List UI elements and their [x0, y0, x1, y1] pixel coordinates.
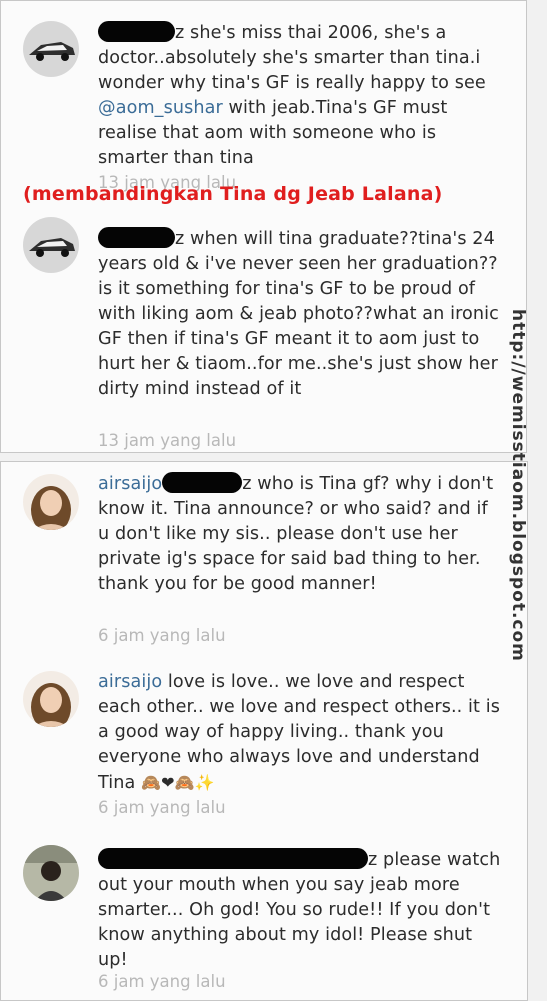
user-photo-icon	[23, 845, 79, 901]
emoji-sequence: 🙈❤🙈✨	[141, 773, 215, 792]
comments-panel-bottom: airsaijo z who is Tina gf? why i don't kn…	[0, 461, 528, 1001]
comment-text: z when will tina graduate??tina's 24 yea…	[98, 227, 499, 399]
timestamp: 6 jam yang lalu	[98, 972, 226, 991]
username[interactable]: airsaijo	[98, 474, 162, 494]
watermark-text: http://wemisstiaom.blogspot.com	[508, 309, 528, 662]
avatar[interactable]	[23, 474, 79, 530]
comment-text: z she's miss thai 2006, she's a doctor..…	[98, 21, 486, 168]
avatar[interactable]	[23, 21, 79, 77]
avatar[interactable]	[23, 217, 79, 273]
redacted-username	[98, 227, 175, 248]
watermark: http://wemisstiaom.blogspot.com	[507, 309, 537, 679]
comment-text: z please watch out your mouth when you s…	[98, 848, 501, 970]
username[interactable]: airsaijo	[98, 672, 162, 692]
mention-link[interactable]: @aom_sushar	[98, 98, 223, 118]
user-photo-icon	[23, 671, 79, 727]
timestamp: 6 jam yang lalu	[98, 626, 226, 645]
timestamp: 6 jam yang lalu	[98, 798, 226, 817]
avatar[interactable]	[23, 671, 79, 727]
redacted-mention	[162, 472, 243, 493]
comment-text: airsaijo love is love.. we love and resp…	[98, 672, 500, 793]
user-photo-icon	[23, 474, 79, 530]
username-suffix: z	[242, 474, 252, 494]
username-suffix: z	[175, 23, 185, 43]
car-avatar-icon	[23, 217, 79, 273]
redacted-username	[98, 848, 368, 869]
overlay-caption: (membandingkan Tina dg Jeab Lalana)	[23, 183, 443, 205]
username-suffix: z	[175, 229, 185, 249]
username-suffix: z	[368, 850, 378, 870]
car-avatar-icon	[23, 21, 79, 77]
avatar[interactable]	[23, 845, 79, 901]
timestamp: 13 jam yang lalu	[98, 431, 237, 450]
comment-text: airsaijo z who is Tina gf? why i don't kn…	[98, 472, 494, 594]
comments-panel-top: z she's miss thai 2006, she's a doctor..…	[0, 0, 527, 453]
redacted-username	[98, 21, 175, 42]
